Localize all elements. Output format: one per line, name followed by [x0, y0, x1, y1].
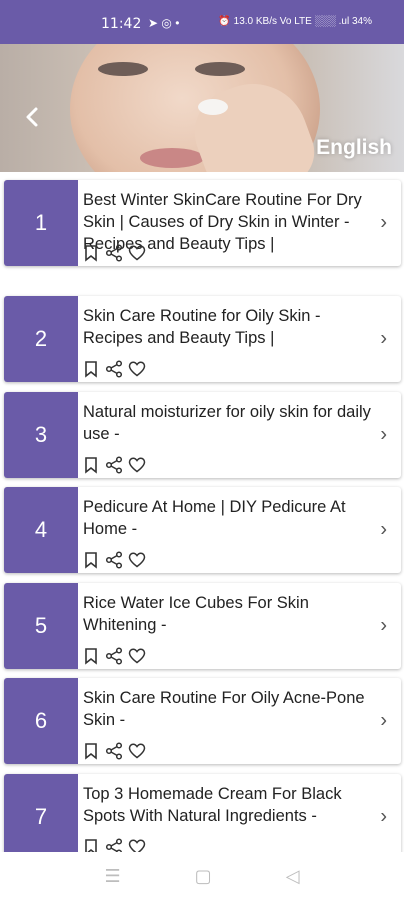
- back-button[interactable]: [20, 104, 46, 130]
- eye-shape: [98, 62, 148, 76]
- bookmark-icon[interactable]: [82, 647, 100, 665]
- status-time: 11:42: [101, 16, 142, 32]
- article-card[interactable]: 1 Best Winter SkinCare Routine For Dry S…: [4, 180, 401, 266]
- article-card[interactable]: 3 Natural moisturizer for oily skin for …: [4, 392, 401, 478]
- recent-apps-icon[interactable]: ☰: [105, 866, 121, 887]
- cream-shape: [198, 99, 228, 115]
- article-number: 7: [4, 774, 78, 852]
- article-title: Skin Care Routine for Oily Skin - Recipe…: [83, 307, 321, 347]
- article-title: Rice Water Ice Cubes For Skin Whitening …: [83, 594, 309, 634]
- article-number: 4: [4, 487, 78, 573]
- bookmark-icon[interactable]: [82, 360, 100, 378]
- chevron-right-icon: ›: [380, 805, 387, 828]
- share-icon[interactable]: [105, 742, 123, 760]
- home-icon[interactable]: ▢: [195, 866, 212, 887]
- share-icon[interactable]: [105, 647, 123, 665]
- article-title: Skin Care Routine For Oily Acne-Pone Ski…: [83, 689, 365, 729]
- article-number: 5: [4, 583, 78, 669]
- article-card[interactable]: 7 Top 3 Homemade Cream For Black Spots W…: [4, 774, 401, 852]
- notification-icons: ➤ ◎ •: [148, 16, 180, 30]
- article-number: 6: [4, 678, 78, 764]
- system-nav-bar: ☰ ▢ ◁: [0, 852, 404, 900]
- heart-icon[interactable]: [128, 742, 146, 760]
- share-icon[interactable]: [105, 838, 123, 852]
- bookmark-icon[interactable]: [82, 838, 100, 852]
- share-icon[interactable]: [105, 360, 123, 378]
- article-list[interactable]: 1 Best Winter SkinCare Routine For Dry S…: [0, 176, 404, 852]
- status-bar: 11:42 ➤ ◎ • ⏰ 13.0 KB/s Vo LTE ░░░ .ul 3…: [0, 0, 404, 44]
- chevron-right-icon: ›: [380, 327, 387, 350]
- bookmark-icon[interactable]: [82, 551, 100, 569]
- bookmark-icon[interactable]: [82, 244, 100, 262]
- system-status-icons: ⏰ 13.0 KB/s Vo LTE ░░░ .ul 34%: [218, 16, 372, 27]
- article-number: 2: [4, 296, 78, 382]
- heart-icon[interactable]: [128, 456, 146, 474]
- language-toggle[interactable]: English: [316, 136, 392, 160]
- bookmark-icon[interactable]: [82, 456, 100, 474]
- back-arrow-icon: [26, 107, 38, 127]
- article-number: 3: [4, 392, 78, 478]
- article-title: Top 3 Homemade Cream For Black Spots Wit…: [83, 785, 342, 825]
- article-title: Pedicure At Home | DIY Pedicure At Home …: [83, 498, 346, 538]
- heart-icon[interactable]: [128, 244, 146, 262]
- chevron-right-icon: ›: [380, 211, 387, 234]
- article-card[interactable]: 2 Skin Care Routine for Oily Skin - Reci…: [4, 296, 401, 382]
- share-icon[interactable]: [105, 244, 123, 262]
- chevron-right-icon: ›: [380, 423, 387, 446]
- share-icon[interactable]: [105, 551, 123, 569]
- lips-shape: [140, 148, 204, 168]
- header-banner: English: [0, 44, 404, 172]
- chevron-right-icon: ›: [380, 518, 387, 541]
- eye-shape: [195, 62, 245, 76]
- article-card[interactable]: 6 Skin Care Routine For Oily Acne-Pone S…: [4, 678, 401, 764]
- chevron-right-icon: ›: [380, 614, 387, 637]
- share-icon[interactable]: [105, 456, 123, 474]
- heart-icon[interactable]: [128, 838, 146, 852]
- back-icon[interactable]: ◁: [286, 866, 300, 887]
- article-title: Natural moisturizer for oily skin for da…: [83, 403, 371, 443]
- article-number: 1: [4, 180, 78, 266]
- bookmark-icon[interactable]: [82, 742, 100, 760]
- heart-icon[interactable]: [128, 647, 146, 665]
- heart-icon[interactable]: [128, 551, 146, 569]
- article-card[interactable]: 5 Rice Water Ice Cubes For Skin Whitenin…: [4, 583, 401, 669]
- heart-icon[interactable]: [128, 360, 146, 378]
- chevron-right-icon: ›: [380, 709, 387, 732]
- article-card[interactable]: 4 Pedicure At Home | DIY Pedicure At Hom…: [4, 487, 401, 573]
